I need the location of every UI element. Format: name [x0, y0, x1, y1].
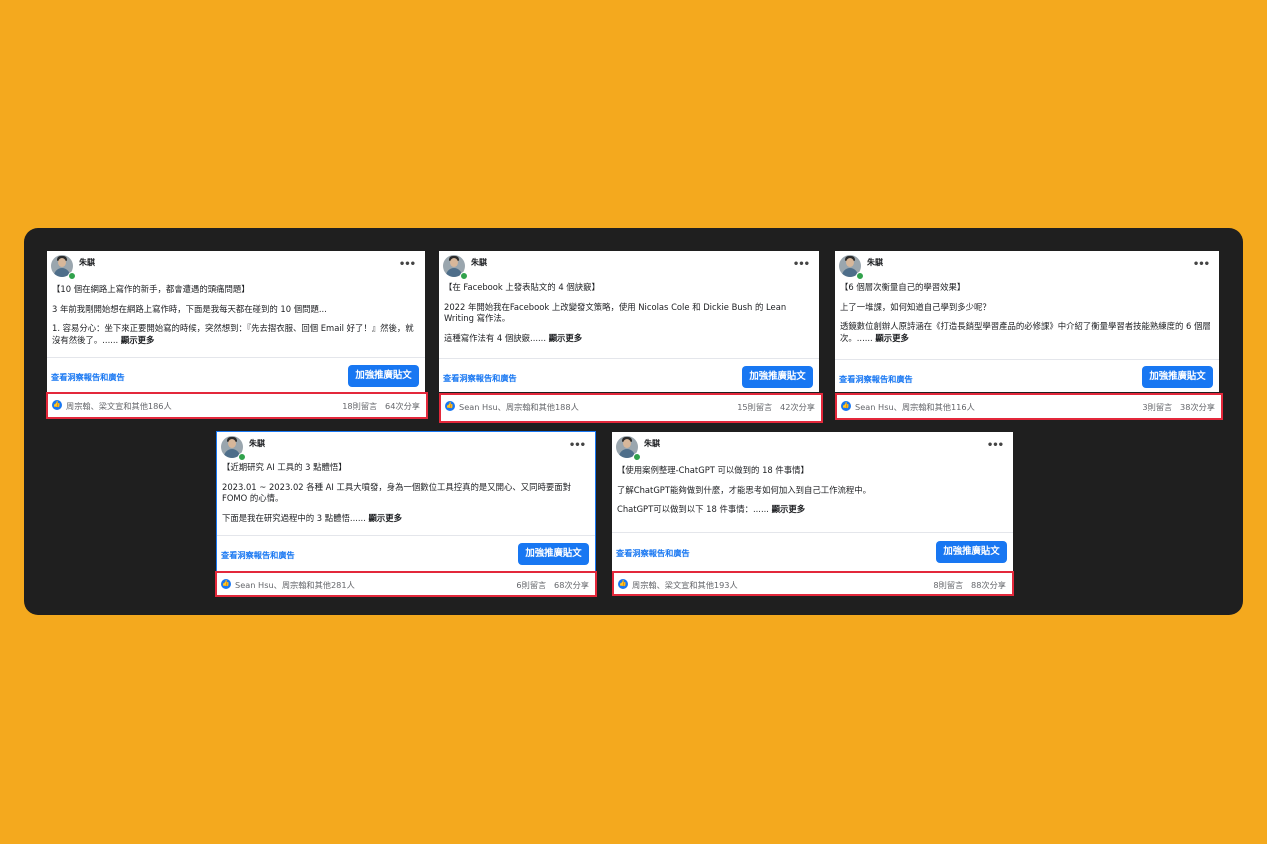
boost-post-button[interactable]: 加強推廣貼文 — [742, 366, 813, 388]
facebook-post-card: 朱騏 ••• 【6 個層次衡量自己的學習效果】 上了一堆課，如何知道自己學到多少… — [835, 251, 1219, 392]
shares-count[interactable]: 42次分享 — [780, 402, 815, 412]
boost-post-button[interactable]: 加強推廣貼文 — [518, 543, 589, 565]
thumbs-up-icon: 👍 — [52, 400, 62, 410]
boost-post-button[interactable]: 加強推廣貼文 — [348, 365, 419, 387]
comments-count[interactable]: 8則留言 — [933, 580, 963, 590]
post-content: 【10 個在網路上寫作的新手，都會遭遇的頭痛問題】 3 年前我剛開始想在網路上寫… — [52, 284, 417, 354]
author-name[interactable]: 朱騏 — [644, 438, 660, 449]
shares-count[interactable]: 68次分享 — [554, 580, 589, 590]
reactions-count[interactable]: 周宗翰、梁文宣和其他186人 — [66, 400, 172, 412]
post-text-line: 透鏡數位創辦人原詩涵在《打造長銷型學習產品的必修課》中介紹了衡量學習者技能熟練度… — [840, 321, 1211, 343]
boost-post-button[interactable]: 加強推廣貼文 — [936, 541, 1007, 563]
online-status-icon — [460, 272, 468, 280]
online-status-icon — [68, 272, 76, 280]
boost-post-button[interactable]: 加強推廣貼文 — [1142, 366, 1213, 388]
more-options-icon[interactable]: ••• — [987, 440, 1004, 451]
post-title: 【使用案例整理-ChatGPT 可以做到的 18 件事情】 — [617, 465, 809, 475]
see-more-link[interactable]: 顯示更多 — [549, 333, 583, 343]
insights-link[interactable]: 查看洞察報告和廣告 — [221, 549, 295, 561]
facebook-post-card: 朱騏 ••• 【近期研究 AI 工具的 3 點體悟】 2023.01 ~ 202… — [216, 431, 596, 572]
comments-shares-count: 3則留言 38次分享 — [1142, 401, 1215, 413]
thumbs-up-icon: 👍 — [841, 401, 851, 411]
reactions-count[interactable]: Sean Hsu、周宗翰和其他188人 — [459, 401, 579, 413]
post-text-line: ChatGPT可以做到以下 18 件事情：...... 顯示更多 — [617, 504, 806, 514]
online-status-icon — [238, 453, 246, 461]
reactions-count[interactable]: 周宗翰、梁文宣和其他193人 — [632, 579, 738, 591]
divider — [612, 532, 1013, 533]
insights-link[interactable]: 查看洞察報告和廣告 — [616, 547, 690, 559]
divider — [217, 535, 595, 536]
thumbs-up-icon: 👍 — [445, 401, 455, 411]
more-options-icon[interactable]: ••• — [1193, 259, 1210, 270]
engagement-stats-bar: 👍 Sean Hsu、周宗翰和其他188人 15則留言 42次分享 — [439, 393, 823, 423]
post-text-line: 3 年前我剛開始想在網路上寫作時，下面是我每天都在碰到的 10 個問題... — [52, 303, 327, 314]
see-more-link[interactable]: 顯示更多 — [875, 333, 909, 343]
comments-shares-count: 6則留言 68次分享 — [516, 579, 589, 591]
post-content: 【6 個層次衡量自己的學習效果】 上了一堆課，如何知道自己學到多少呢？ 透鏡數位… — [840, 282, 1211, 352]
comments-count[interactable]: 6則留言 — [516, 580, 546, 590]
engagement-stats-bar: 👍 周宗翰、梁文宣和其他186人 18則留言 64次分享 — [46, 392, 428, 419]
post-title: 【近期研究 AI 工具的 3 點體悟】 — [222, 462, 347, 472]
post-text-line: 2022 年開始我在Facebook 上改變發文策略，使用 Nicolas Co… — [444, 301, 789, 324]
divider — [47, 357, 425, 358]
facebook-post-card: 朱騏 ••• 【10 個在網路上寫作的新手，都會遭遇的頭痛問題】 3 年前我剛開… — [47, 251, 425, 392]
insights-link[interactable]: 查看洞察報告和廣告 — [443, 372, 517, 384]
see-more-link[interactable]: 顯示更多 — [121, 335, 155, 345]
post-text-line: 下面是我在研究過程中的 3 點體悟...... 顯示更多 — [222, 512, 403, 523]
author-name[interactable]: 朱騏 — [471, 257, 487, 268]
reactions-count[interactable]: Sean Hsu、周宗翰和其他281人 — [235, 579, 355, 591]
comments-count[interactable]: 3則留言 — [1142, 402, 1172, 412]
more-options-icon[interactable]: ••• — [399, 259, 416, 270]
post-title: 【在 Facebook 上發表貼文的 4 個訣竅】 — [444, 282, 600, 292]
shares-count[interactable]: 88次分享 — [971, 580, 1006, 590]
see-more-link[interactable]: 顯示更多 — [772, 504, 806, 514]
comments-shares-count: 8則留言 88次分享 — [933, 579, 1006, 591]
post-title: 【6 個層次衡量自己的學習效果】 — [840, 282, 966, 292]
divider — [835, 359, 1219, 360]
author-name[interactable]: 朱騏 — [79, 257, 95, 268]
more-options-icon[interactable]: ••• — [793, 259, 810, 270]
engagement-stats-bar: 👍 周宗翰、梁文宣和其他193人 8則留言 88次分享 — [612, 571, 1014, 596]
post-content: 【使用案例整理-ChatGPT 可以做到的 18 件事情】 了解ChatGPT能… — [617, 465, 1005, 524]
online-status-icon — [633, 453, 641, 461]
insights-link[interactable]: 查看洞察報告和廣告 — [51, 371, 125, 383]
post-text-line: 了解ChatGPT能夠做到什麼，才能思考如何加入到自己工作流程中。 — [617, 484, 871, 495]
author-name[interactable]: 朱騏 — [867, 257, 883, 268]
thumbs-up-icon: 👍 — [618, 579, 628, 589]
post-text-line: 上了一堆課，如何知道自己學到多少呢？ — [840, 301, 991, 312]
post-text-line: 2023.01 ~ 2023.02 各種 AI 工具大噴發，身為一個數位工具控真… — [222, 481, 574, 504]
thumbs-up-icon: 👍 — [221, 579, 231, 589]
author-name[interactable]: 朱騏 — [249, 438, 265, 449]
post-content: 【在 Facebook 上發表貼文的 4 個訣竅】 2022 年開始我在Face… — [444, 282, 811, 352]
online-status-icon — [856, 272, 864, 280]
post-text-line: 這種寫作法有 4 個訣竅...... 顯示更多 — [444, 332, 583, 343]
shares-count[interactable]: 64次分享 — [385, 401, 420, 411]
post-content: 【近期研究 AI 工具的 3 點體悟】 2023.01 ~ 2023.02 各種… — [222, 462, 587, 532]
divider — [439, 358, 819, 359]
reactions-count[interactable]: Sean Hsu、周宗翰和其他116人 — [855, 401, 975, 413]
engagement-stats-bar: 👍 Sean Hsu、周宗翰和其他116人 3則留言 38次分享 — [835, 393, 1223, 420]
shares-count[interactable]: 38次分享 — [1180, 402, 1215, 412]
facebook-post-card: 朱騏 ••• 【使用案例整理-ChatGPT 可以做到的 18 件事情】 了解C… — [612, 432, 1013, 572]
insights-link[interactable]: 查看洞察報告和廣告 — [839, 373, 913, 385]
comments-count[interactable]: 15則留言 — [737, 402, 772, 412]
post-text-line: 1. 容易分心：坐下來正要開始寫的時候，突然想到：『先去摺衣服、回個 Email… — [52, 323, 414, 345]
comments-shares-count: 18則留言 64次分享 — [342, 400, 420, 412]
more-options-icon[interactable]: ••• — [569, 440, 586, 451]
engagement-stats-bar: 👍 Sean Hsu、周宗翰和其他281人 6則留言 68次分享 — [215, 571, 597, 597]
see-more-link[interactable]: 顯示更多 — [369, 513, 403, 523]
comments-count[interactable]: 18則留言 — [342, 401, 377, 411]
comments-shares-count: 15則留言 42次分享 — [737, 401, 815, 413]
post-title: 【10 個在網路上寫作的新手，都會遭遇的頭痛問題】 — [52, 284, 250, 294]
facebook-post-card: 朱騏 ••• 【在 Facebook 上發表貼文的 4 個訣竅】 2022 年開… — [439, 251, 819, 392]
